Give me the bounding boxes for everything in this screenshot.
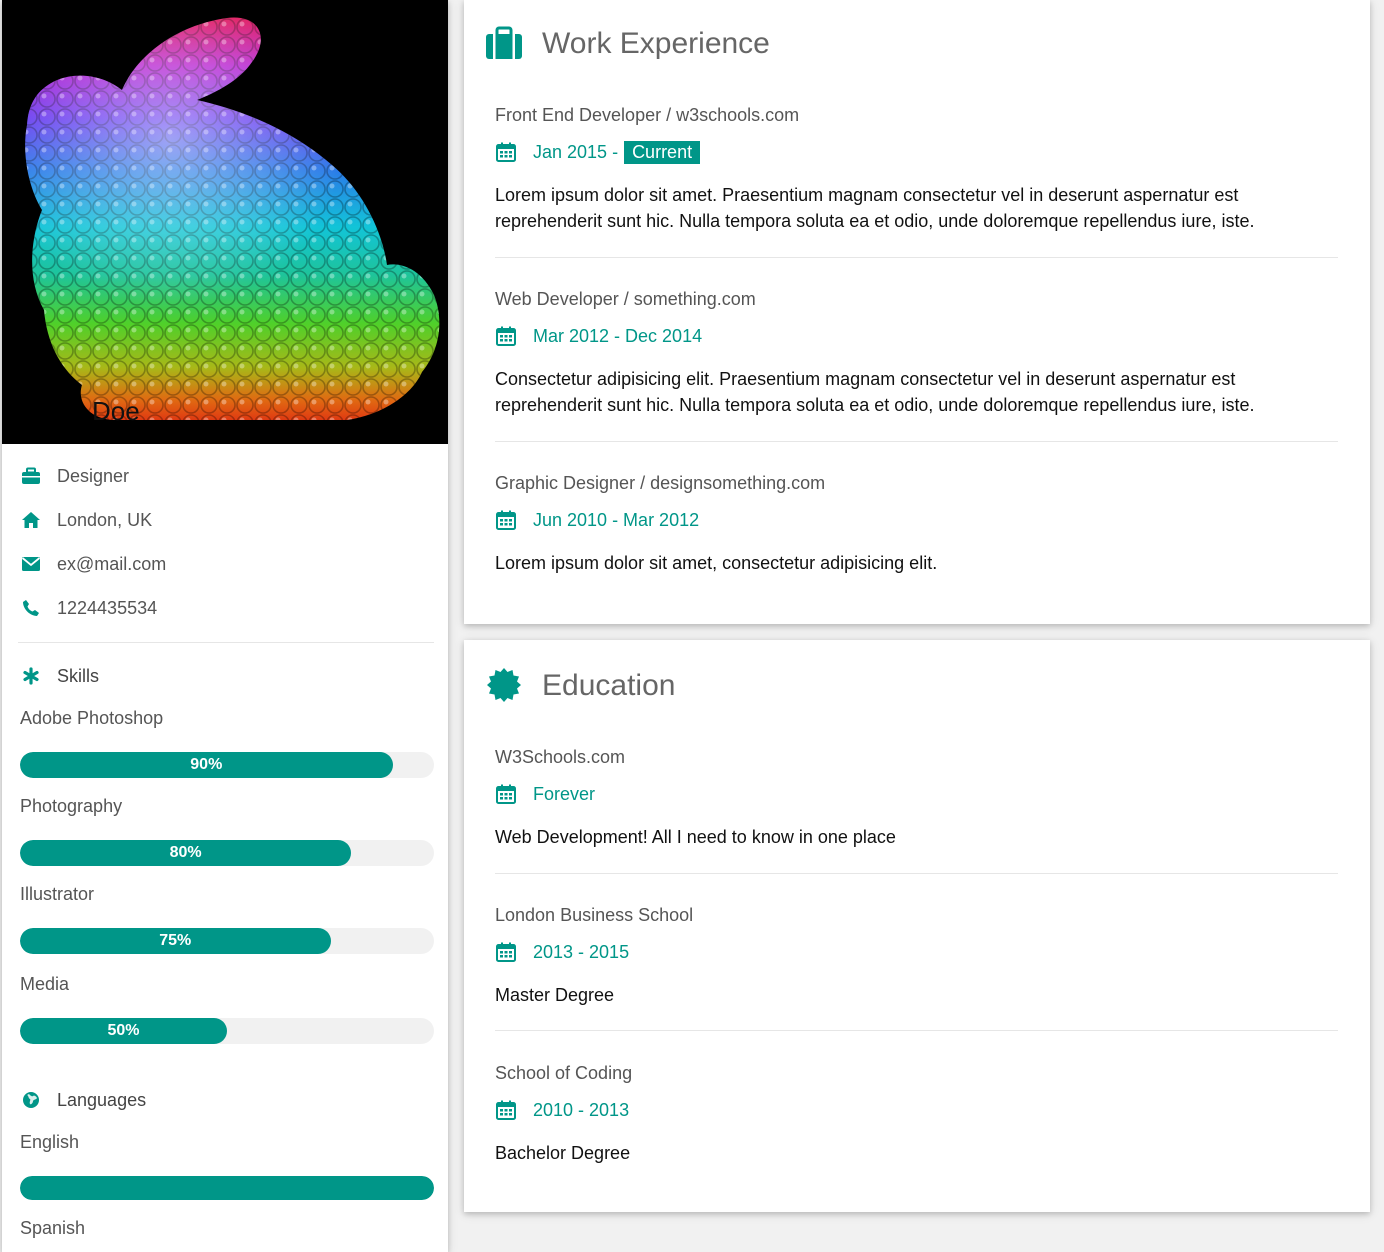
skills-heading: Skills	[20, 664, 99, 688]
info-job: Designer	[20, 464, 129, 488]
entry-date-text: 2010 - 2013	[533, 1099, 630, 1120]
bunny-spheres-image	[25, 17, 440, 420]
entry-description: Lorem ipsum dolor sit amet. Praesentium …	[495, 185, 1255, 231]
entry-date: Jun 2010 - Mar 2012	[495, 507, 699, 533]
language-bar-fill	[20, 1176, 434, 1200]
phone-text: 1224435534	[57, 597, 158, 618]
skill-label: Illustrator	[20, 884, 95, 904]
calendar-icon	[496, 326, 516, 346]
work-experience-title: Work Experience	[542, 27, 770, 60]
languages-heading-label: Languages	[57, 1089, 147, 1110]
entry-date: Mar 2012 - Dec 2014	[495, 323, 702, 349]
entry-title: Web Developer / something.com	[495, 289, 756, 309]
calendar-icon	[496, 784, 516, 804]
divider	[495, 257, 1338, 258]
globe-icon	[20, 1089, 42, 1111]
entry-date: 2010 - 2013	[495, 1097, 629, 1123]
skill-bar: 90%	[20, 752, 434, 778]
entry-date-text: Forever	[533, 783, 596, 804]
skill-label: Media	[20, 974, 70, 994]
calendar-icon	[496, 942, 516, 962]
divider	[495, 1030, 1338, 1031]
entry-date: Forever	[495, 781, 595, 807]
education-title: Education	[542, 669, 676, 702]
skill-label: Adobe Photoshop	[20, 708, 164, 728]
entry-description: Bachelor Degree	[495, 1143, 631, 1163]
entry-description: Master Degree	[495, 985, 615, 1005]
envelope-icon	[20, 553, 42, 575]
skill-label: Photography	[20, 796, 123, 816]
info-location: London, UK	[20, 508, 152, 532]
skill-bar: 80%	[20, 840, 434, 866]
suitcase-icon	[486, 26, 522, 59]
info-phone: 1224435534	[20, 596, 157, 620]
location-text: London, UK	[57, 509, 153, 530]
entry-description: Web Development! All I need to know in o…	[495, 827, 896, 847]
asterisk-icon	[20, 665, 42, 687]
entry-date-text: Mar 2012 - Dec 2014	[533, 325, 703, 346]
phone-icon	[20, 597, 42, 619]
email-text: ex@mail.com	[57, 553, 167, 574]
languages-heading: Languages	[20, 1088, 146, 1112]
language-bar	[20, 1176, 434, 1200]
entry-title: School of Coding	[495, 1063, 633, 1083]
skill-bar: 75%	[20, 928, 434, 954]
divider	[18, 642, 434, 643]
profile-sidebar: Doe Designer London, UK ex@mail.com 1224…	[2, 0, 448, 1252]
profile-image: Doe	[2, 0, 448, 444]
info-email: ex@mail.com	[20, 552, 166, 576]
job-title: Designer	[57, 465, 130, 486]
divider	[495, 441, 1338, 442]
skill-bar-fill: 80%	[20, 840, 352, 866]
calendar-icon	[496, 142, 516, 162]
skill-bar-fill: 75%	[20, 928, 331, 954]
portrait-name: Doe	[92, 396, 140, 426]
entry-date-text: Jun 2010 - Mar 2012	[533, 509, 700, 530]
briefcase-icon	[20, 465, 42, 487]
calendar-icon	[496, 1100, 516, 1120]
entry-title: London Business School	[495, 905, 694, 925]
skills-heading-label: Skills	[57, 665, 100, 686]
work-experience-card: Work Experience Front End Developer / w3…	[464, 0, 1370, 624]
entry-title: Graphic Designer / designsomething.com	[495, 473, 826, 493]
entry-date: 2013 - 2015	[495, 939, 629, 965]
education-card: Education W3Schools.com Forever Web Deve…	[464, 640, 1370, 1212]
certificate-icon	[487, 668, 521, 702]
entry-date-text: 2013 - 2015	[533, 941, 630, 962]
skill-bar-fill: 90%	[20, 752, 393, 778]
calendar-icon	[496, 510, 516, 530]
language-label: English	[20, 1132, 80, 1152]
skill-bar-fill: 50%	[20, 1018, 227, 1044]
entry-date: Jan 2015 - Current	[495, 139, 701, 165]
entry-title: W3Schools.com	[495, 747, 626, 767]
entry-description: Lorem ipsum dolor sit amet, consectetur …	[495, 553, 938, 573]
language-label: Spanish	[20, 1218, 86, 1238]
divider	[495, 873, 1338, 874]
home-icon	[20, 509, 42, 531]
skill-bar: 50%	[20, 1018, 434, 1044]
entry-date-text: Jan 2015 -	[533, 141, 619, 162]
current-badge: Current	[624, 140, 701, 164]
entry-title: Front End Developer / w3schools.com	[495, 105, 800, 125]
entry-description: Consectetur adipisicing elit. Praesentiu…	[495, 369, 1255, 415]
